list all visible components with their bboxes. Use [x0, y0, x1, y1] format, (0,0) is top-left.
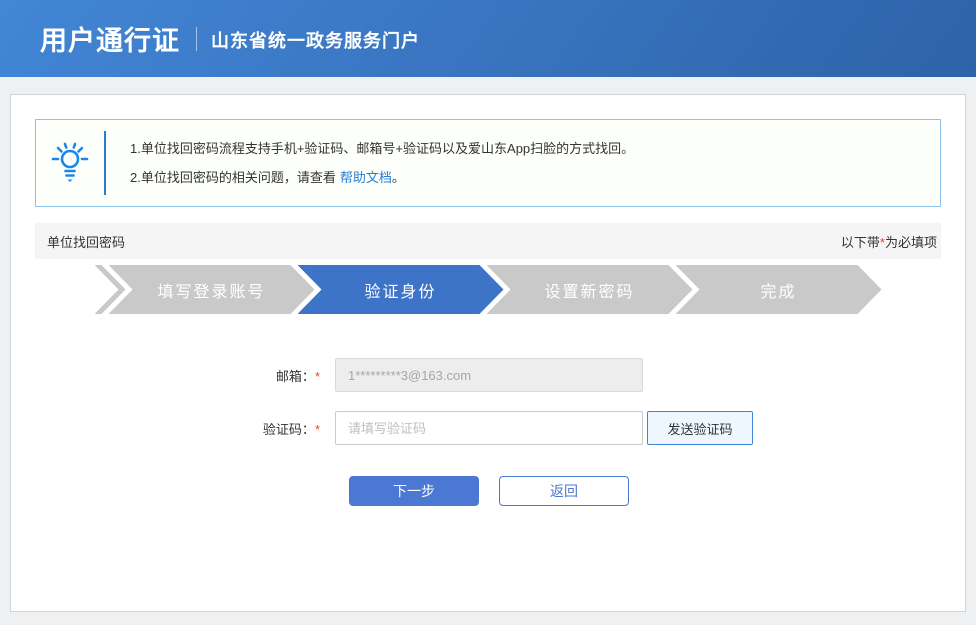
step-wizard: 填写登录账号 验证身份 设置新密码 完成: [35, 265, 941, 314]
app-title: 用户通行证: [40, 26, 180, 56]
section-bar: 单位找回密码 以下带*为必填项: [35, 223, 941, 259]
notice-line-2: 2.单位找回密码的相关问题，请查看 帮助文档。: [130, 170, 405, 185]
required-note: 以下带*为必填项: [840, 234, 937, 250]
code-input[interactable]: [335, 411, 643, 445]
help-doc-link[interactable]: 帮助文档: [340, 170, 392, 185]
header-divider: [196, 26, 197, 51]
next-step-button[interactable]: 下一步: [349, 476, 479, 506]
step-fill-account: 填写登录账号: [109, 265, 315, 314]
code-required-star: *: [314, 421, 320, 437]
send-code-button[interactable]: 发送验证码: [647, 411, 753, 445]
lightbulb-icon: [36, 141, 104, 185]
email-label: 邮箱：*: [275, 368, 320, 384]
buttons-row: 下一步 返回: [21, 476, 927, 506]
email-field: [335, 358, 643, 392]
notice-text: 1.单位找回密码流程支持手机+验证码、邮箱号+验证码以及爱山东App扫脸的方式找…: [106, 134, 634, 192]
portal-subtitle: 山东省统一政务服务门户: [211, 30, 420, 51]
code-row: 验证码：* 发送验证码: [21, 411, 927, 445]
code-label: 验证码：*: [262, 421, 320, 437]
page-header: 用户通行证 山东省统一政务服务门户: [0, 0, 976, 77]
notice-box: 1.单位找回密码流程支持手机+验证码、邮箱号+验证码以及爱山东App扫脸的方式找…: [35, 119, 941, 207]
recover-form: 邮箱：* 验证码：* 发送验证码 下一步 返回: [21, 358, 927, 506]
section-title: 单位找回密码: [47, 234, 126, 250]
step-set-new-password: 设置新密码: [487, 265, 693, 314]
content-card: 1.单位找回密码流程支持手机+验证码、邮箱号+验证码以及爱山东App扫脸的方式找…: [10, 94, 966, 612]
email-row: 邮箱：*: [21, 358, 927, 392]
email-required-star: *: [314, 368, 320, 384]
back-button[interactable]: 返回: [499, 476, 629, 506]
step-verify-identity: 验证身份: [298, 265, 504, 314]
step-done: 完成: [676, 265, 882, 314]
notice-line-1: 1.单位找回密码流程支持手机+验证码、邮箱号+验证码以及爱山东App扫脸的方式找…: [130, 141, 635, 156]
